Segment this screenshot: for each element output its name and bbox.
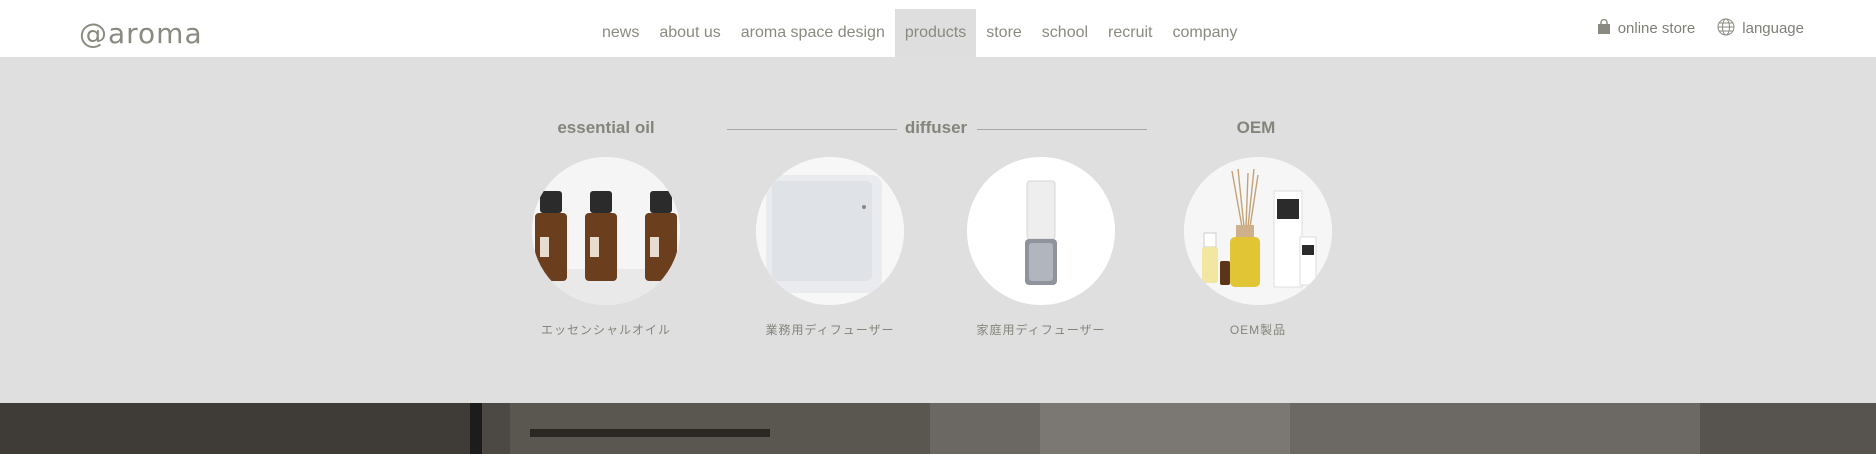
site-header: @aroma news about us aroma space design … bbox=[0, 0, 1876, 57]
utility-links: online store language bbox=[1597, 0, 1804, 57]
category-diffuser-title: diffuser bbox=[904, 118, 968, 137]
product-label: 業務用ディフューザー bbox=[765, 323, 895, 337]
products-mega-menu bbox=[0, 57, 1876, 403]
nav-store[interactable]: store bbox=[976, 9, 1032, 57]
diffuser-divider-right bbox=[977, 129, 1147, 130]
product-commercial-diffuser[interactable]: 業務用ディフューザー bbox=[755, 157, 905, 338]
product-label: エッセンシャルオイル bbox=[540, 323, 671, 337]
logo-text: @aroma bbox=[79, 16, 203, 50]
nav-aroma-space-design[interactable]: aroma space design bbox=[731, 9, 895, 57]
nav-about-us[interactable]: about us bbox=[649, 9, 730, 57]
diffuser-divider-left bbox=[727, 129, 897, 130]
hero-image-strip bbox=[0, 403, 1876, 454]
commercial-diffuser-image bbox=[756, 157, 904, 305]
nav-products[interactable]: products bbox=[894, 9, 977, 57]
language-link[interactable]: language bbox=[1717, 18, 1804, 40]
product-label: 家庭用ディフューザー bbox=[976, 323, 1106, 337]
oem-products-image bbox=[1184, 157, 1332, 305]
essential-oil-image bbox=[532, 157, 680, 305]
language-label: language bbox=[1742, 20, 1804, 37]
home-diffuser-image bbox=[967, 157, 1115, 305]
product-essential-oil[interactable]: エッセンシャルオイル bbox=[531, 157, 681, 338]
category-oem-title: OEM bbox=[1236, 118, 1276, 137]
product-label: OEM製品 bbox=[1229, 323, 1287, 337]
nav-school[interactable]: school bbox=[1032, 9, 1098, 57]
shopping-bag-icon bbox=[1597, 18, 1611, 39]
site-logo[interactable]: @aroma bbox=[79, 16, 203, 50]
main-nav: news about us aroma space design product… bbox=[592, 9, 1247, 57]
nav-recruit[interactable]: recruit bbox=[1098, 9, 1162, 57]
product-home-diffuser[interactable]: 家庭用ディフューザー bbox=[966, 157, 1116, 338]
online-store-link[interactable]: online store bbox=[1597, 18, 1696, 39]
nav-news[interactable]: news bbox=[592, 9, 649, 57]
globe-icon bbox=[1717, 18, 1735, 40]
product-oem[interactable]: OEM製品 bbox=[1183, 157, 1333, 338]
nav-company[interactable]: company bbox=[1163, 9, 1248, 57]
online-store-label: online store bbox=[1617, 20, 1696, 37]
category-essential-oil-title: essential oil bbox=[557, 118, 655, 137]
